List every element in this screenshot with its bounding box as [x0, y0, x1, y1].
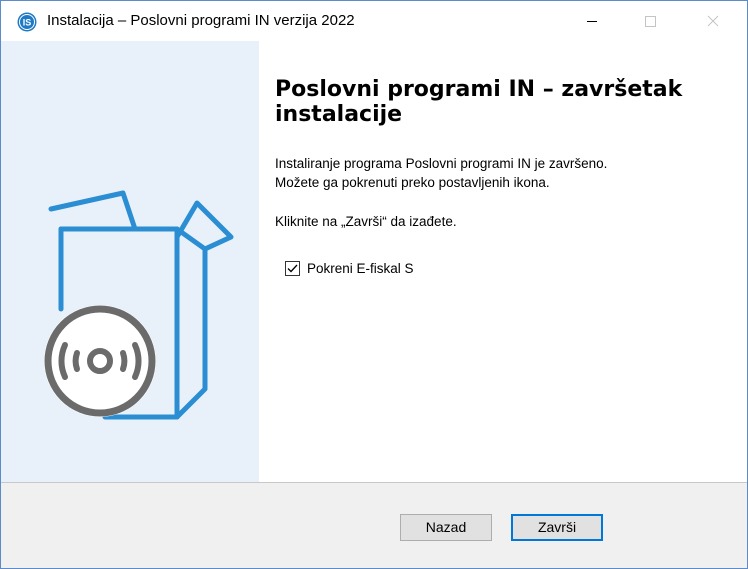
app-icon: IS: [17, 12, 37, 32]
launch-checkbox-label[interactable]: Pokreni E-fiskal S: [307, 259, 414, 278]
close-button[interactable]: [679, 1, 747, 41]
launch-checkbox[interactable]: [285, 260, 300, 276]
checkmark-icon: [287, 264, 298, 272]
software-box-disc-icon: [44, 190, 234, 420]
shortcut-message: Možete ga pokrenuti preko postavljenih i…: [275, 175, 550, 190]
close-icon: [707, 15, 719, 27]
minimize-icon: [587, 21, 597, 22]
minimize-button[interactable]: [563, 1, 621, 41]
finish-button[interactable]: Završi: [511, 514, 603, 541]
completion-message: Instaliranje programa Poslovni programi …: [275, 156, 608, 171]
launch-option[interactable]: Pokreni E-fiskal S: [285, 258, 414, 278]
wizard-footer: Nazad Završi: [1, 483, 747, 568]
installer-window: IS Instalacija – Poslovni programi IN ve…: [0, 0, 748, 569]
app-icon-text: IS: [23, 18, 32, 28]
wizard-side-panel: [1, 41, 259, 482]
finish-instruction: Kliknite na „Završi“ da izađete.: [275, 214, 457, 229]
window-title: Instalacija – Poslovni programi IN verzi…: [47, 12, 355, 29]
page-title: Poslovni programi IN – završetak instala…: [275, 77, 683, 127]
maximize-icon: [645, 16, 656, 27]
title-bar[interactable]: IS Instalacija – Poslovni programi IN ve…: [1, 1, 747, 41]
back-button[interactable]: Nazad: [400, 514, 492, 541]
maximize-button[interactable]: [621, 1, 679, 41]
wizard-content: Poslovni programi IN – završetak instala…: [259, 41, 747, 482]
